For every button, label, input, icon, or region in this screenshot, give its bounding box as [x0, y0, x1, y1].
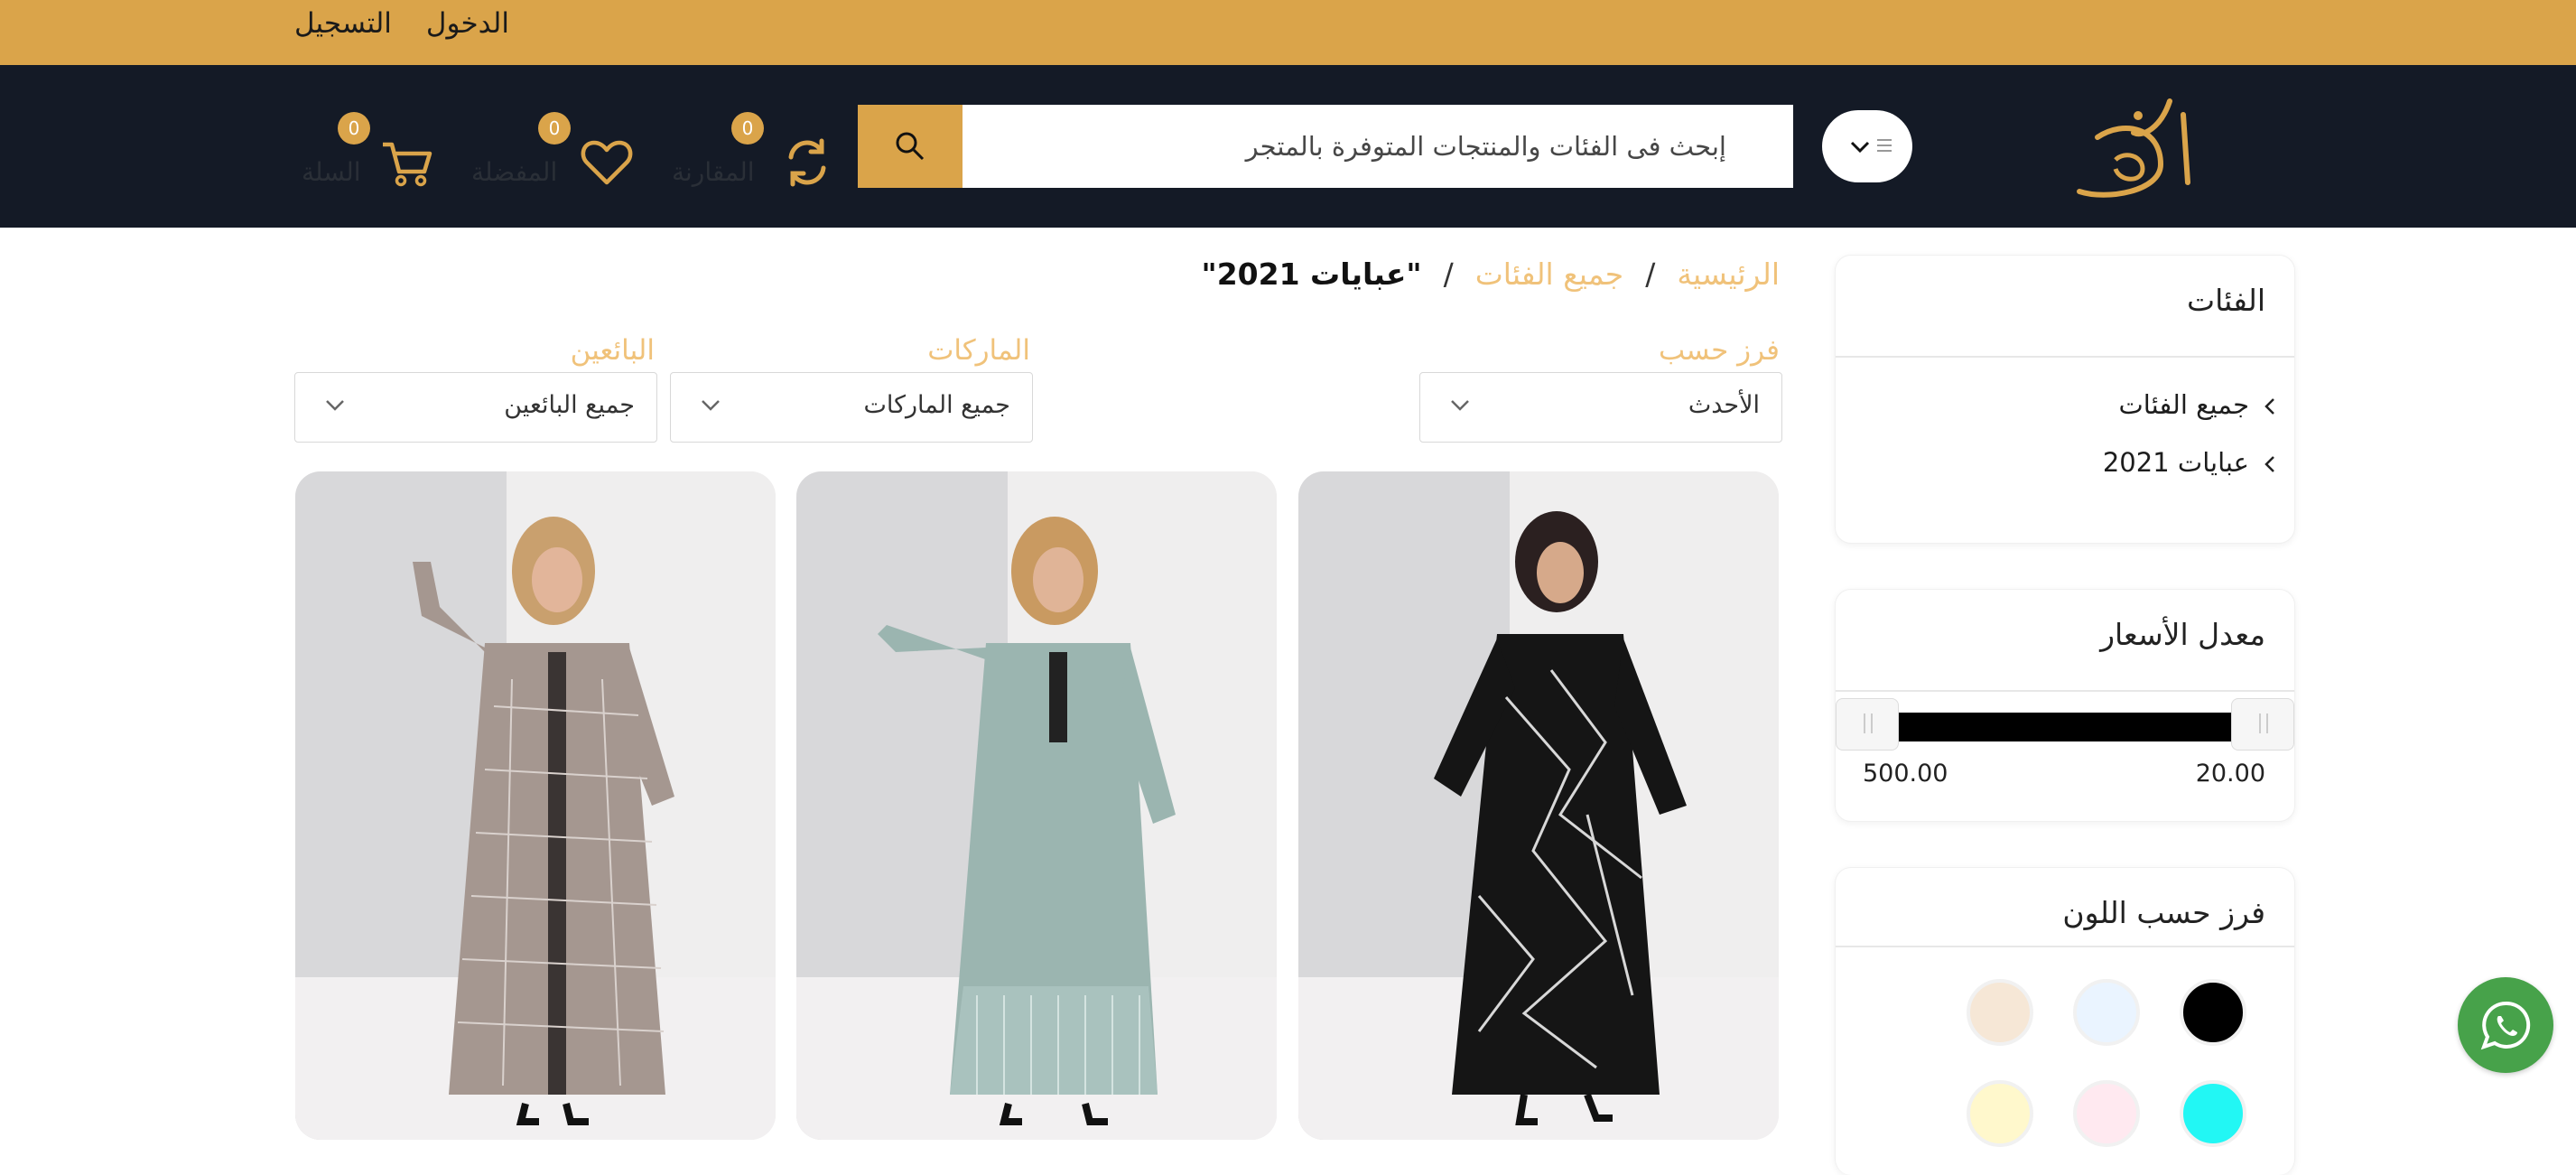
chevron-left-icon — [2264, 456, 2274, 472]
wishlist-label: المفضلة — [471, 157, 558, 187]
categories-widget: الفئات جميع الفئات عبايات 2021 — [1835, 255, 2295, 544]
compare-link[interactable]: 0 المقارنة — [668, 112, 849, 211]
brands-select[interactable]: جميع الماركات — [670, 372, 1033, 443]
breadcrumb-separator: / — [1443, 256, 1454, 292]
price-slider[interactable] — [1836, 698, 2294, 751]
brand-logo[interactable] — [2061, 83, 2206, 210]
sort-label: فرز حسب — [1658, 334, 1780, 367]
price-min-value: 20.00 — [2195, 760, 2265, 788]
color-swatch-pink[interactable] — [2073, 1080, 2140, 1147]
breadcrumb-current: "عبايات 2021" — [1201, 256, 1422, 292]
breadcrumb: الرئيسية / جميع الفئات / "عبايات 2021" — [1202, 256, 1781, 292]
compare-label: المقارنة — [672, 157, 755, 187]
compare-count-badge: 0 — [731, 112, 764, 145]
categories-menu-button[interactable] — [1822, 110, 1912, 182]
color-swatch-cyan[interactable] — [2180, 1080, 2246, 1147]
sellers-label: البائعين — [570, 334, 655, 367]
price-slider-track — [1899, 713, 2231, 741]
login-link[interactable]: الدخول — [426, 7, 509, 40]
main-header: 0 المقارنة 0 المفضلة 0 السلة — [0, 65, 2576, 228]
category-label: جميع الفئات — [2118, 389, 2249, 420]
register-link[interactable]: التسجيل — [294, 7, 392, 40]
brands-label: الماركات — [927, 334, 1030, 367]
breadcrumb-all-categories[interactable]: جميع الفئات — [1475, 256, 1623, 292]
colors-title: فرز حسب اللون — [2062, 895, 2265, 930]
wishlist-count-badge: 0 — [538, 112, 571, 145]
category-item-abayas-2021[interactable]: عبايات 2021 — [2102, 447, 2274, 478]
chevron-down-icon — [1850, 141, 1870, 154]
category-item-all[interactable]: جميع الفئات — [2118, 389, 2274, 420]
search-input[interactable] — [963, 105, 1766, 188]
color-swatch-black[interactable] — [2180, 979, 2246, 1046]
breadcrumb-home[interactable]: الرئيسية — [1677, 256, 1780, 292]
categories-title: الفئات — [2187, 283, 2265, 318]
cart-count-badge: 0 — [338, 112, 370, 145]
divider — [1836, 356, 2294, 358]
search-bar — [858, 105, 1793, 188]
divider — [1836, 690, 2294, 692]
product-card[interactable] — [295, 471, 776, 1140]
cart-icon — [383, 142, 432, 187]
chevron-down-icon — [326, 400, 344, 411]
whatsapp-icon — [2480, 1001, 2531, 1050]
chevron-left-icon — [2264, 398, 2274, 415]
sort-select[interactable]: الأحدث — [1419, 372, 1782, 443]
whatsapp-chat-button[interactable] — [2458, 977, 2553, 1073]
menu-icon — [1877, 139, 1892, 152]
price-slider-handle-min[interactable] — [2231, 698, 2294, 751]
refresh-icon — [788, 138, 826, 187]
sellers-select[interactable]: جميع البائعين — [294, 372, 657, 443]
auth-links: التسجيل الدخول — [294, 7, 509, 40]
brands-select-value: جميع الماركات — [863, 391, 1010, 419]
chevron-down-icon — [1451, 400, 1469, 411]
cart-link[interactable]: 0 السلة — [298, 112, 479, 211]
top-bar: التسجيل الدخول — [0, 0, 2576, 65]
chevron-down-icon — [702, 400, 720, 411]
search-icon — [896, 132, 925, 161]
product-image — [413, 517, 674, 1125]
product-image — [1434, 511, 1687, 1125]
sellers-select-value: جميع البائعين — [504, 391, 635, 419]
search-button[interactable] — [858, 105, 963, 188]
color-swatch-light-blue[interactable] — [2073, 979, 2140, 1046]
cart-label: السلة — [302, 157, 361, 187]
color-swatch-beige[interactable] — [1967, 979, 2033, 1046]
divider — [1836, 946, 2294, 947]
wishlist-link[interactable]: 0 المفضلة — [468, 112, 648, 211]
category-label: عبايات 2021 — [2102, 447, 2249, 478]
sort-select-value: الأحدث — [1688, 391, 1760, 419]
heart-icon — [581, 140, 633, 185]
price-range-widget: معدل الأسعار 20.00 500.00 — [1835, 589, 2295, 822]
product-image — [878, 517, 1176, 1125]
product-card[interactable] — [1298, 471, 1779, 1140]
breadcrumb-separator: / — [1645, 256, 1656, 292]
price-max-value: 500.00 — [1863, 760, 1948, 788]
price-slider-handle-max[interactable] — [1836, 698, 1899, 751]
price-title: معدل الأسعار — [2100, 617, 2265, 652]
color-swatch-light-yellow[interactable] — [1967, 1080, 2033, 1147]
product-card[interactable] — [796, 471, 1277, 1140]
